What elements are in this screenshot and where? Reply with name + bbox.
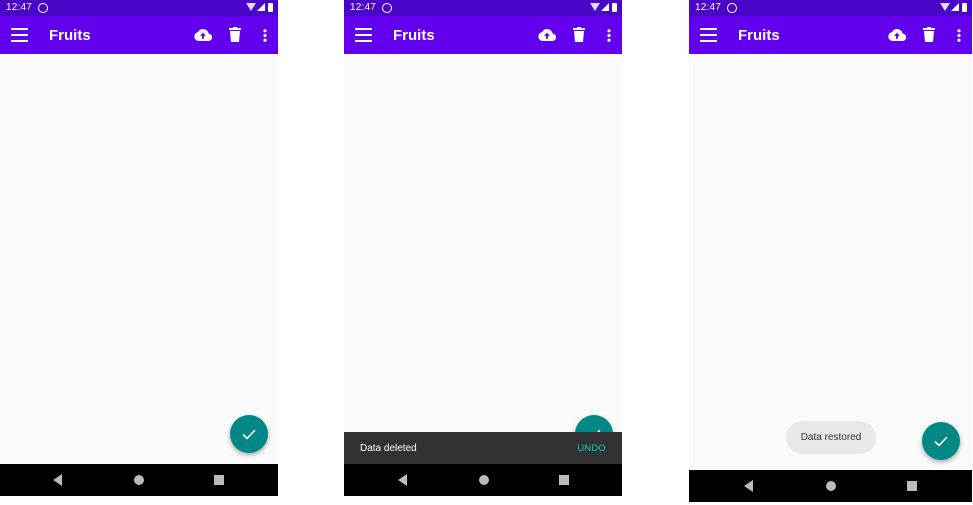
back-icon[interactable] bbox=[53, 474, 62, 486]
status-time: 12:47 bbox=[350, 2, 377, 13]
check-icon bbox=[934, 436, 948, 447]
recents-icon[interactable] bbox=[907, 481, 917, 491]
home-icon[interactable] bbox=[134, 475, 144, 485]
app-title: Fruits bbox=[393, 27, 435, 44]
content-area bbox=[689, 54, 972, 470]
cloud-upload-icon[interactable] bbox=[888, 27, 906, 43]
overflow-menu-icon[interactable] bbox=[263, 29, 267, 42]
cloud-upload-icon[interactable] bbox=[538, 27, 556, 43]
status-time: 12:47 bbox=[6, 2, 33, 13]
app-bar: Fruits bbox=[0, 16, 278, 54]
back-icon[interactable] bbox=[398, 474, 407, 486]
content-area bbox=[0, 54, 278, 464]
notification-icon bbox=[38, 3, 48, 13]
app-bar: Fruits bbox=[689, 16, 972, 54]
wifi-icon bbox=[940, 3, 950, 11]
screen-data-deleted: 12:47 Fruits Data deleted UNDO bbox=[344, 0, 622, 496]
screen-initial: 12:47 Fruits bbox=[0, 0, 278, 496]
check-fab-button[interactable] bbox=[922, 422, 960, 460]
navigation-bar bbox=[689, 470, 972, 502]
app-title: Fruits bbox=[738, 27, 780, 44]
recents-icon[interactable] bbox=[214, 475, 224, 485]
delete-icon[interactable] bbox=[229, 27, 241, 42]
snackbar-message: Data deleted bbox=[360, 443, 417, 454]
signal-icon bbox=[951, 3, 959, 11]
battery-icon bbox=[612, 3, 617, 12]
wifi-icon bbox=[246, 3, 256, 11]
content-area bbox=[344, 54, 622, 464]
notification-icon bbox=[727, 3, 737, 13]
menu-icon[interactable] bbox=[700, 28, 717, 42]
delete-icon[interactable] bbox=[923, 27, 935, 42]
navigation-bar bbox=[344, 464, 622, 496]
overflow-menu-icon[interactable] bbox=[607, 29, 611, 42]
snackbar: Data deleted UNDO bbox=[344, 432, 622, 464]
recents-icon[interactable] bbox=[559, 475, 569, 485]
signal-icon bbox=[257, 3, 265, 11]
check-icon bbox=[242, 429, 256, 440]
menu-icon[interactable] bbox=[355, 28, 372, 42]
delete-icon[interactable] bbox=[573, 27, 585, 42]
status-bar: 12:47 bbox=[0, 0, 278, 16]
wifi-icon bbox=[590, 3, 600, 11]
menu-icon[interactable] bbox=[11, 28, 28, 42]
status-time: 12:47 bbox=[695, 2, 722, 13]
battery-icon bbox=[962, 3, 967, 12]
undo-button[interactable]: UNDO bbox=[578, 443, 607, 453]
status-bar: 12:47 bbox=[689, 0, 972, 16]
toast: Data restored bbox=[786, 421, 876, 454]
battery-icon bbox=[268, 3, 273, 12]
app-bar: Fruits bbox=[344, 16, 622, 54]
notification-icon bbox=[382, 3, 392, 13]
toast-message: Data restored bbox=[800, 432, 862, 443]
cloud-upload-icon[interactable] bbox=[194, 27, 212, 43]
home-icon[interactable] bbox=[826, 481, 836, 491]
check-fab-button[interactable] bbox=[230, 415, 268, 453]
back-icon[interactable] bbox=[744, 480, 753, 492]
status-bar: 12:47 bbox=[344, 0, 622, 16]
navigation-bar bbox=[0, 464, 278, 496]
signal-icon bbox=[601, 3, 609, 11]
overflow-menu-icon[interactable] bbox=[957, 29, 961, 42]
screen-data-restored: 12:47 Fruits Data restored bbox=[689, 0, 972, 502]
home-icon[interactable] bbox=[479, 475, 489, 485]
app-title: Fruits bbox=[49, 27, 91, 44]
